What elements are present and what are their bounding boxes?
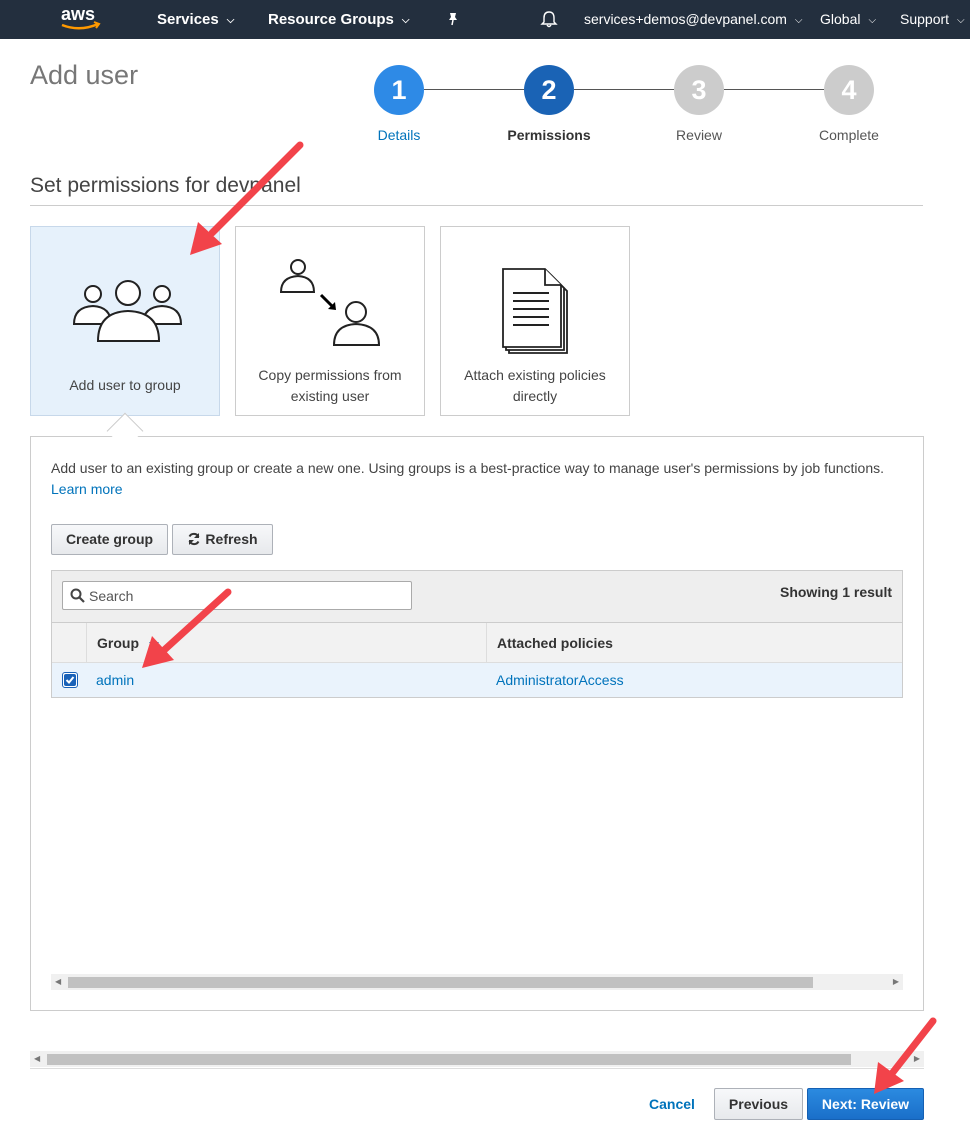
chevron-down-icon: ⌵	[957, 14, 965, 26]
scroll-left-icon[interactable]: ◀	[34, 1051, 40, 1067]
group-name-link[interactable]: admin	[96, 663, 134, 697]
step-4-label: Complete	[819, 127, 879, 143]
section-heading: Set permissions for devpanel	[30, 174, 301, 197]
chevron-down-icon: ⌵	[401, 14, 410, 26]
chevron-down-icon: ⌵	[794, 14, 803, 26]
group-panel	[30, 436, 924, 1011]
option-attach-policies[interactable]: Attach existing policies directly	[440, 226, 630, 416]
search-input[interactable]: Search	[62, 581, 412, 610]
step-connector	[424, 89, 524, 90]
scrollbar-thumb[interactable]	[47, 1054, 851, 1065]
result-count: Showing 1 result	[779, 584, 892, 600]
column-header-group[interactable]: Group	[97, 623, 159, 663]
aws-logo[interactable]: aws	[58, 4, 104, 34]
cancel-link[interactable]: Cancel	[649, 1096, 695, 1112]
option-add-user-to-group[interactable]: Add user to group	[30, 226, 220, 416]
top-navigation-bar: aws Services ⌵ Resource Groups ⌵ services+…	[0, 0, 970, 39]
support-label: Support	[900, 11, 950, 27]
resource-groups-menu[interactable]: Resource Groups ⌵	[268, 0, 409, 39]
step-connector	[724, 89, 824, 90]
step-3-circle: 3	[674, 65, 724, 115]
column-header-policies[interactable]: Attached policies	[497, 623, 613, 663]
chevron-down-icon: ⌵	[868, 14, 877, 26]
step-2-circle: 2	[524, 65, 574, 115]
column-divider	[486, 623, 487, 663]
table-toolbar: Search Showing 1 result	[52, 571, 902, 623]
option-label-line2: existing user	[290, 388, 370, 404]
previous-button[interactable]: Previous	[714, 1088, 803, 1120]
option-label-line1: Attach existing policies	[464, 367, 606, 383]
page-horizontal-scrollbar[interactable]: ◀ ▶	[30, 1051, 924, 1067]
description-text: Add user to an existing group or create …	[51, 460, 884, 476]
next-review-button[interactable]: Next: Review	[807, 1088, 924, 1120]
support-menu[interactable]: Support ⌵	[900, 0, 965, 39]
services-label: Services	[157, 11, 219, 28]
search-icon	[70, 588, 85, 603]
panel-description: Add user to an existing group or create …	[51, 458, 911, 500]
option-copy-permissions[interactable]: Copy permissions from existing user	[235, 226, 425, 416]
learn-more-link[interactable]: Learn more	[51, 481, 123, 497]
row-checkbox[interactable]	[62, 672, 78, 688]
group-icon	[72, 280, 183, 342]
step-1-circle[interactable]: 1	[374, 65, 424, 115]
table-header: Group Attached policies	[52, 623, 902, 663]
account-menu[interactable]: services+demos@devpanel.com ⌵	[584, 0, 803, 39]
refresh-icon	[188, 532, 200, 546]
region-label: Global	[820, 11, 861, 27]
chevron-down-icon: ⌵	[226, 14, 235, 26]
scroll-right-icon[interactable]: ▶	[893, 974, 899, 990]
column-divider	[86, 623, 87, 663]
account-label: services+demos@devpanel.com	[584, 11, 787, 27]
pin-icon[interactable]	[445, 11, 461, 27]
step-connector	[574, 89, 674, 90]
scrollbar-thumb[interactable]	[68, 977, 813, 988]
region-menu[interactable]: Global ⌵	[820, 0, 876, 39]
document-icon	[502, 268, 568, 354]
footer-divider	[30, 1068, 924, 1069]
bell-icon[interactable]	[540, 10, 558, 28]
table-row[interactable]: admin AdministratorAccess	[52, 663, 902, 697]
sort-descending-icon	[148, 642, 159, 648]
option-label: Add user to group	[69, 377, 181, 393]
create-group-button[interactable]: Create group	[51, 524, 168, 555]
option-label-line2: directly	[512, 388, 558, 404]
step-4-circle: 4	[824, 65, 874, 115]
page-title: Add user	[30, 60, 139, 90]
svg-text:aws: aws	[61, 4, 95, 24]
scroll-right-icon[interactable]: ▶	[914, 1051, 920, 1067]
step-3-label: Review	[676, 127, 722, 143]
table-horizontal-scrollbar[interactable]: ◀ ▶	[51, 974, 903, 990]
refresh-label: Refresh	[205, 531, 258, 547]
group-header-label: Group	[97, 635, 139, 651]
checkmark-icon	[64, 674, 76, 686]
resource-groups-label: Resource Groups	[268, 11, 394, 28]
step-2-label: Permissions	[507, 127, 591, 143]
copy-user-icon	[279, 259, 381, 346]
services-menu[interactable]: Services ⌵	[157, 0, 234, 39]
groups-table: Search Showing 1 result Group Attached p…	[51, 570, 903, 698]
option-label-line1: Copy permissions from	[258, 367, 402, 383]
divider	[30, 205, 923, 206]
step-1-label[interactable]: Details	[339, 127, 459, 143]
policy-link[interactable]: AdministratorAccess	[496, 663, 624, 697]
scroll-left-icon[interactable]: ◀	[55, 974, 61, 990]
refresh-button[interactable]: Refresh	[172, 524, 273, 555]
search-placeholder: Search	[89, 588, 134, 604]
